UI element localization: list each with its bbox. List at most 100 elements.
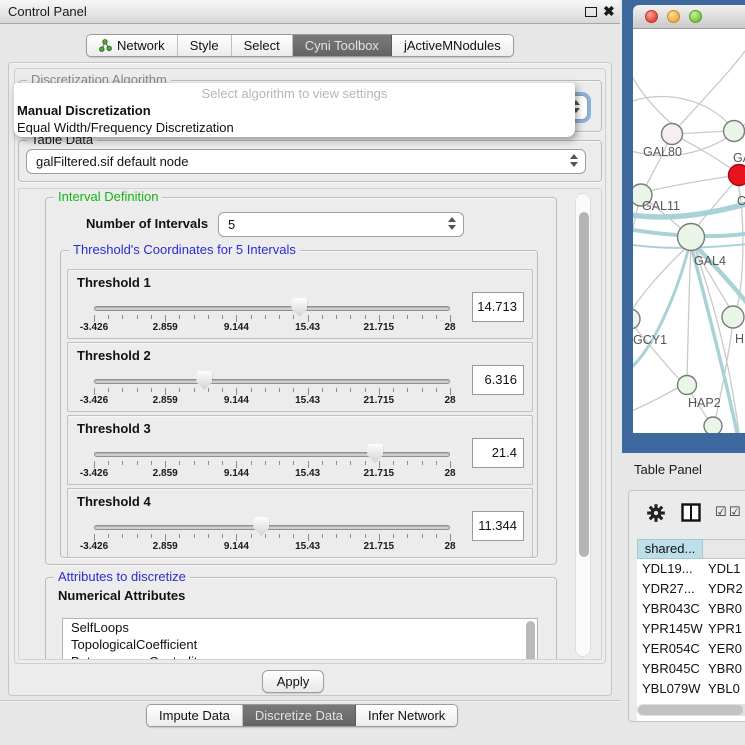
threshold-label: Threshold 2 [77,348,151,363]
slider-tick-label: 9.144 [211,541,261,552]
table-panel-title: Table Panel [634,462,702,477]
slider-tick [222,461,223,465]
table-row[interactable]: YBR045CYBR0 [637,659,745,679]
checkbox-icon[interactable]: ☑ [729,504,741,520]
table-hscrollbar-thumb[interactable] [638,705,743,715]
number-of-intervals-value: 5 [228,217,235,232]
zoom-traffic-icon[interactable] [689,10,702,23]
slider-tick [279,388,280,392]
tab-cyni-toolbox[interactable]: Cyni Toolbox [293,35,392,56]
dropdown-option-manual[interactable]: Manual Discretization [17,103,151,118]
tab-network[interactable]: Network [87,35,178,56]
slider-tick [379,461,380,468]
split-columns-icon[interactable] [681,503,701,522]
slider-tick [293,388,294,392]
slider-tick [322,388,323,392]
float-window-icon[interactable] [585,7,597,17]
list-item[interactable]: TopologicalCoefficient [63,636,537,653]
dropdown-option-equal-width[interactable]: Equal Width/Frequency Discretization [17,120,234,135]
network-node-ga[interactable] [724,121,745,142]
slider-tick [251,461,252,465]
slider-track[interactable] [94,452,450,457]
column-header-shared-name[interactable]: shared... [637,539,703,559]
close-icon[interactable]: ✖ [603,3,615,20]
table-row[interactable]: YDR27...YDR2 [637,579,745,599]
table-data-value: galFiltered.sif default node [36,154,188,169]
slider-tick [393,315,394,319]
slider-handle[interactable] [367,444,383,463]
slider-track[interactable] [94,306,450,311]
slider-tick [336,461,337,465]
gear-icon[interactable] [647,504,665,522]
network-graph: GAL80GACGAL11GAL4GCY1HHAP2 [633,29,745,433]
slider-tick-label: -3.426 [69,541,119,552]
tab-label: Cyni Toolbox [305,38,379,53]
slider-tick [450,461,451,468]
network-node-gcy1[interactable] [633,309,640,329]
column-header-name[interactable]: n [703,539,745,559]
network-window-titlebar[interactable] [633,5,745,29]
table-row[interactable]: YBR043CYBR0 [637,599,745,619]
slider-tick [151,461,152,465]
slider-track[interactable] [94,525,450,530]
close-traffic-icon[interactable] [645,10,658,23]
network-node-hap2[interactable] [678,376,697,395]
slider-tick [407,388,408,392]
network-node[interactable] [704,417,722,433]
panel-scrollbar-thumb[interactable] [579,212,589,557]
tab-jactivemnodules[interactable]: jActiveMNodules [392,35,513,56]
cell-name: YBR0 [703,659,745,679]
slider-tick [208,315,209,319]
cell-name: YPR1 [703,619,745,639]
number-of-intervals-combobox[interactable]: 5 [218,212,464,237]
table-data-combobox[interactable]: galFiltered.sif default node [26,149,586,174]
list-item[interactable]: BetweennessCentrality [63,653,537,660]
node-attribute-table[interactable]: shared... n YDL19...YDL1YDR27...YDR2YBR0… [637,539,745,722]
apply-button[interactable]: Apply [262,670,324,693]
network-node-gal4[interactable] [678,224,705,251]
slider-tick [407,315,408,319]
control-panel-title: Control Panel [8,4,87,19]
minimize-traffic-icon[interactable] [667,10,680,23]
tab-select[interactable]: Select [232,35,293,56]
slider-handle[interactable] [253,517,269,536]
panel-scrollbar-track[interactable] [575,193,591,657]
network-canvas[interactable]: GAL80GACGAL11GAL4GCY1HHAP2 [633,29,745,433]
cell-name: YER0 [703,639,745,659]
network-node-gal80[interactable] [662,124,683,145]
tab-impute-data[interactable]: Impute Data [147,705,243,726]
network-node-label: GA [733,151,745,165]
table-row[interactable]: YIL052CYIL0 [637,719,745,722]
slider-tick [350,315,351,319]
threshold-panel: Threshold 4-3.4262.8599.14415.4321.71528… [67,488,533,558]
slider-tick [279,315,280,319]
tab-style[interactable]: Style [178,35,232,56]
list-scrollbar[interactable] [526,621,535,660]
slider-tick [236,388,237,395]
checkbox-icon[interactable]: ☑ [715,504,727,520]
slider-tick [236,534,237,541]
threshold-value-field[interactable]: 14.713 [472,292,524,322]
slider-tick [436,534,437,538]
cell-name: YIL0 [703,719,745,722]
network-node-h[interactable] [722,306,744,328]
network-node-c[interactable] [729,165,745,186]
numerical-attributes-list[interactable]: SelfLoopsTopologicalCoefficientBetweenne… [62,618,538,660]
list-item[interactable]: SelfLoops [63,619,537,636]
table-hscrollbar[interactable] [637,704,745,716]
threshold-value-field[interactable]: 6.316 [472,365,524,395]
tab-label: Impute Data [159,708,230,723]
slider-track[interactable] [94,379,450,384]
threshold-value-field[interactable]: 21.4 [472,438,524,468]
threshold-value-field[interactable]: 11.344 [472,511,524,541]
table-row[interactable]: YPR145WYPR1 [637,619,745,639]
table-row[interactable]: YBL079WYBL0 [637,679,745,699]
table-row[interactable]: YDL19...YDL1 [637,559,745,579]
table-panel: ☑ ☑ shared... n YDL19...YDL1YDR27...YDR2… [628,490,745,722]
table-row[interactable]: YER054CYER0 [637,639,745,659]
slider-tick [108,315,109,319]
tab-discretize-data[interactable]: Discretize Data [243,705,356,726]
cyni-mode-tabs: Impute Data Discretize DataInfer Network [146,704,458,727]
slider-handle[interactable] [196,371,212,390]
tab-infer-network[interactable]: Infer Network [356,705,457,726]
